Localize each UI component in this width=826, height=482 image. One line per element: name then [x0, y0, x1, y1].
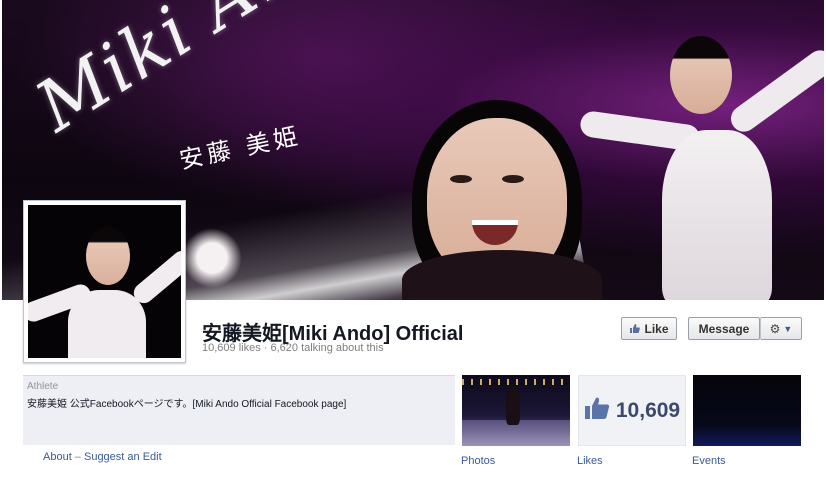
photos-tile[interactable] [462, 375, 570, 446]
link-separator: – [71, 451, 84, 463]
cover-kanji: 安藤 美姫 [176, 121, 304, 175]
profile-body [68, 290, 146, 358]
page-category: Athlete [27, 381, 59, 392]
likes-tile[interactable]: 10,609 [578, 375, 686, 446]
cover-hand [182, 228, 242, 288]
message-button-label: Message [698, 321, 750, 336]
page-description: 安藤美姫 公式Facebookページです。[Miki Ando Official… [27, 399, 347, 410]
message-button[interactable]: Message [688, 317, 760, 340]
about-box: Athlete 安藤美姫 公式Facebookページです。[Miki Ando … [23, 375, 455, 445]
suggest-edit-link[interactable]: Suggest an Edit [84, 451, 162, 463]
thumbs-up-icon [584, 396, 610, 425]
cover-skater-arm-right [725, 45, 824, 137]
cover-skater-head [670, 36, 732, 114]
cover-eye-right [502, 175, 524, 183]
about-link[interactable]: About [43, 451, 72, 463]
events-tile-label[interactable]: Events [692, 455, 726, 467]
thumbs-up-icon [629, 323, 641, 334]
photos-tile-lights [462, 379, 570, 385]
photos-tile-label[interactable]: Photos [461, 455, 495, 467]
profile-picture[interactable] [23, 200, 186, 363]
chevron-down-icon: ▼ [783, 323, 793, 334]
like-button[interactable]: Like [621, 317, 677, 340]
page-stats: 10,609 likes · 6,620 talking about this [202, 342, 384, 354]
settings-menu-button[interactable]: ⚙ ▼ [760, 317, 802, 340]
profile-photo [28, 205, 181, 358]
profile-arm-right [129, 246, 181, 308]
cover-skater-body [662, 130, 772, 300]
likes-count: 10,609 [615, 398, 681, 422]
cover-eye-left [450, 175, 472, 183]
photos-tile-skater [506, 387, 520, 425]
about-links: About – Suggest an Edit [43, 451, 162, 463]
gear-icon: ⚙ [769, 321, 781, 336]
likes-tile-label[interactable]: Likes [577, 455, 603, 467]
profile-head [86, 227, 130, 285]
like-button-label: Like [644, 321, 669, 336]
cover-title: Miki Ando [22, 0, 390, 148]
events-tile[interactable] [693, 375, 801, 446]
